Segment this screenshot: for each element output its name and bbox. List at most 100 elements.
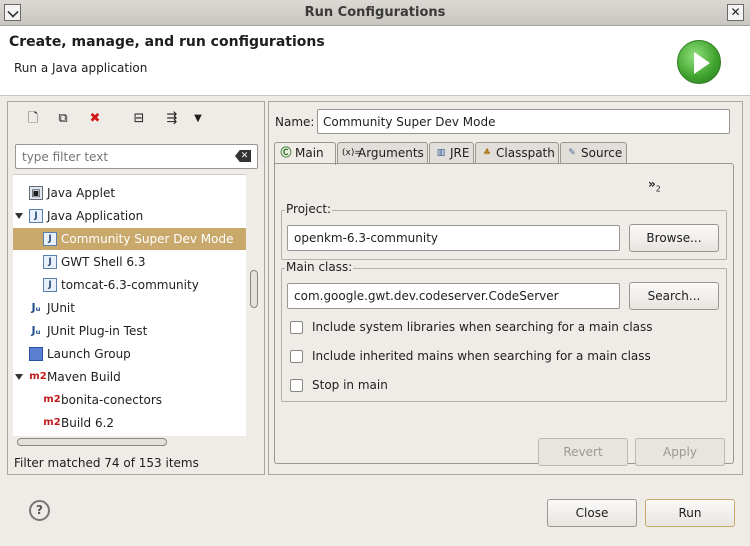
configurations-toolbar: 🗋 ⧉ ✖ ⊟ ⇶ ▼ (8, 102, 264, 138)
more-tabs-button[interactable]: »2 (648, 177, 661, 193)
main-tab-content: »2 Project: Browse... Main class: Search… (274, 163, 734, 466)
main-class-group: Main class: Search... Include system lib… (281, 260, 727, 402)
window-title: Run Configurations (304, 5, 446, 20)
title-bar: Run Configurations ✕ (0, 0, 750, 26)
source-tab-icon: ✎ (568, 148, 576, 158)
tree-vertical-scrollbar[interactable] (248, 174, 260, 436)
apply-button[interactable]: Apply (635, 438, 725, 466)
expand-chevron-down-icon[interactable] (14, 211, 24, 221)
tree-item-label: Java Applet (47, 186, 116, 200)
filter-input[interactable] (20, 146, 225, 167)
close-window-button[interactable]: ✕ (727, 4, 744, 21)
tab-source[interactable]: ✎ Source (560, 142, 627, 164)
tab-arguments-label: Arguments (358, 146, 424, 160)
tree-item-label: Java Application (47, 209, 144, 223)
configurations-panel: 🗋 ⧉ ✖ ⊟ ⇶ ▼ ✕ ▣ Java Applet J Java Applicat… (7, 101, 265, 475)
tree-item[interactable]: m2 bonita-conectors (13, 389, 246, 411)
expand-chevron-down-icon[interactable] (14, 372, 24, 382)
tree-item-label: JUnit (47, 301, 75, 315)
include-inherited-mains-checkbox[interactable] (290, 350, 303, 363)
editor-tabs: Ⓒ Main (x)= Arguments ▥ JRE ♣ Classpath … (274, 142, 734, 165)
tree-item-label: Maven Build (47, 370, 121, 384)
tree-item-label: Build 6.2 (61, 416, 115, 430)
close-button[interactable]: Close (547, 499, 637, 527)
clear-filter-icon[interactable]: ✕ (235, 150, 251, 162)
filter-status-text: Filter matched 74 of 153 items (14, 456, 199, 470)
dialog-title: Create, manage, and run configurations (9, 34, 325, 50)
project-group: Project: Browse... (281, 202, 727, 260)
m2-icon: m2 (43, 394, 61, 405)
tab-main-label: Main (295, 146, 324, 160)
tab-jre-label: JRE (450, 146, 470, 160)
tree-item-label: GWT Shell 6.3 (61, 255, 146, 269)
tree-item-label: JUnit Plug-in Test (47, 324, 148, 338)
search-button[interactable]: Search... (629, 282, 719, 310)
launch-group-icon (29, 347, 43, 361)
tab-classpath[interactable]: ♣ Classpath (475, 142, 559, 164)
browse-button[interactable]: Browse... (629, 224, 719, 252)
run-icon (677, 40, 721, 84)
more-tabs-chevron: » (648, 177, 656, 191)
tree-item[interactable]: m2 Maven Build (13, 366, 246, 388)
tree-item-label: tomcat-6.3-community (61, 278, 199, 292)
name-label: Name: (275, 115, 315, 129)
vertical-scroll-thumb[interactable] (250, 270, 258, 308)
tab-main[interactable]: Ⓒ Main (274, 142, 336, 165)
junit-icon: Jᵤ (31, 301, 41, 314)
stop-in-main-label: Stop in main (312, 378, 388, 392)
tree-item[interactable]: Launch Group (13, 343, 246, 365)
tree-item-label: Community Super Dev Mode (61, 232, 234, 246)
tree-horizontal-scrollbar[interactable] (13, 436, 246, 448)
tree-item[interactable]: J Community Super Dev Mode (13, 228, 246, 250)
include-inherited-mains-label: Include inherited mains when searching f… (312, 349, 651, 363)
run-button[interactable]: Run (645, 499, 735, 527)
tab-classpath-label: Classpath (496, 146, 555, 160)
java-app-icon: J (43, 278, 57, 292)
main-class-label: Main class: (285, 260, 354, 274)
tree-item[interactable]: m2 Build 6.2 (13, 412, 246, 434)
applet-icon: ▣ (29, 186, 43, 200)
jre-tab-icon: ▥ (436, 148, 446, 158)
tab-source-label: Source (581, 146, 623, 160)
configuration-editor: Name: Ⓒ Main (x)= Arguments ▥ JRE ♣ Clas… (268, 101, 743, 475)
project-field[interactable] (287, 225, 620, 251)
tab-arguments[interactable]: (x)= Arguments (337, 142, 428, 164)
java-app-icon: J (29, 209, 43, 223)
stop-in-main-checkbox[interactable] (290, 379, 303, 392)
arguments-tab-icon: (x)= (342, 148, 362, 158)
include-system-libraries-label: Include system libraries when searching … (312, 320, 653, 334)
duplicate-configuration-icon[interactable]: ⧉ (54, 110, 72, 128)
view-menu-chevron-down-icon[interactable]: ▼ (189, 110, 207, 128)
m2-icon: m2 (29, 371, 47, 382)
tree-item[interactable]: ▣ Java Applet (13, 182, 246, 204)
tab-jre[interactable]: ▥ JRE (429, 142, 474, 164)
project-label: Project: (285, 202, 333, 216)
tree-item[interactable]: J GWT Shell 6.3 (13, 251, 246, 273)
dialog-subtitle: Run a Java application (14, 61, 148, 75)
revert-button[interactable]: Revert (538, 438, 628, 466)
filter-field[interactable]: ✕ (15, 144, 258, 169)
dialog-header: Create, manage, and run configurations R… (0, 26, 750, 96)
horizontal-scroll-thumb[interactable] (17, 438, 167, 446)
junit-plugin-icon: Jᵤ (31, 324, 41, 337)
tree-item[interactable]: Jᵤ JUnit (13, 297, 246, 319)
tree-item-label: bonita-conectors (61, 393, 163, 407)
configurations-tree[interactable]: ▣ Java Applet J Java Application J Community … (13, 174, 246, 436)
java-app-icon: J (43, 232, 57, 246)
java-app-icon: J (43, 255, 57, 269)
classpath-tab-icon: ♣ (482, 148, 492, 158)
name-field[interactable] (317, 109, 730, 134)
tree-item[interactable]: Jtomcat-6.3-community (13, 274, 246, 296)
new-configuration-icon[interactable]: 🗋 (24, 110, 42, 128)
tree-item[interactable]: Jᵤ JUnit Plug-in Test (13, 320, 246, 342)
filter-configurations-icon[interactable]: ⇶ (163, 110, 181, 128)
main-tab-icon: Ⓒ (280, 146, 292, 159)
m2-icon: m2 (43, 417, 61, 428)
tree-item-label: Launch Group (47, 347, 131, 361)
main-class-field[interactable] (287, 283, 620, 309)
delete-configuration-icon[interactable]: ✖ (86, 110, 104, 128)
tree-item[interactable]: J Java Application (13, 205, 246, 227)
collapse-all-icon[interactable]: ⊟ (130, 110, 148, 128)
include-system-libraries-checkbox[interactable] (290, 321, 303, 334)
help-icon[interactable]: ? (29, 500, 50, 521)
